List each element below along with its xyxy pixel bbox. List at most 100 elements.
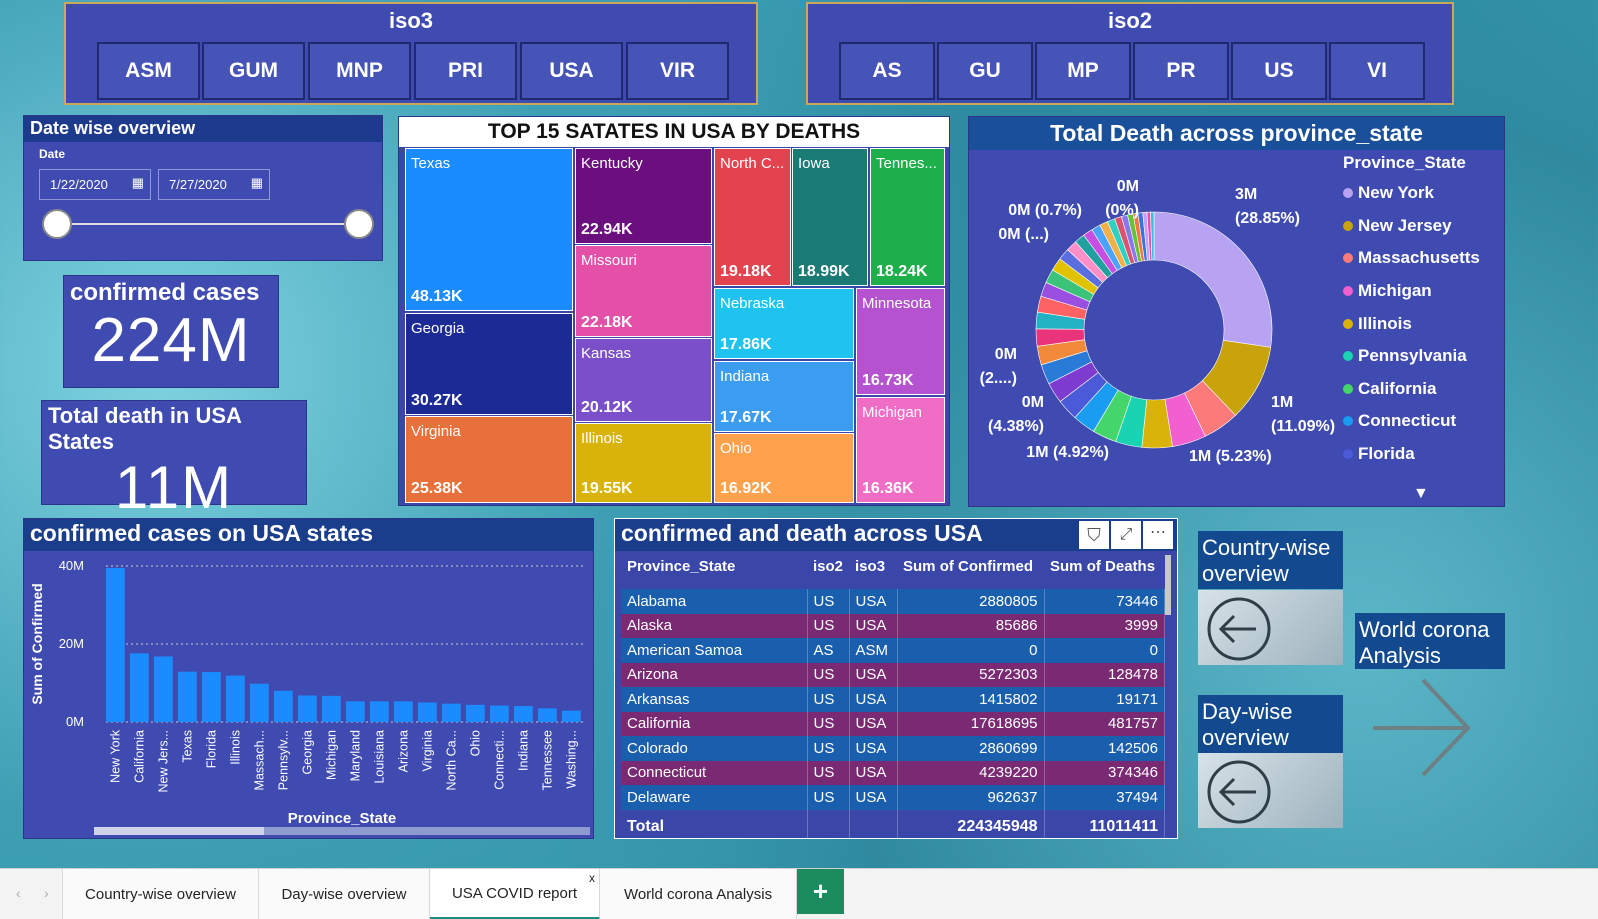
country-wise-back-button[interactable] xyxy=(1198,590,1343,665)
bar[interactable] xyxy=(250,683,269,722)
treemap-cell[interactable]: Illinois 19.55K xyxy=(575,423,712,503)
slicer-option-pri[interactable]: PRI xyxy=(414,42,517,100)
table-row[interactable]: Alaska US USA 85686 3999 xyxy=(621,613,1166,638)
slicer-option-gu[interactable]: GU xyxy=(937,42,1033,100)
close-tab-icon[interactable]: x xyxy=(589,871,595,885)
slicer-option-usa[interactable]: USA xyxy=(520,42,623,100)
treemap-cell[interactable]: Iowa 18.99K xyxy=(792,148,868,286)
calendar-icon[interactable]: ▦ xyxy=(251,175,263,191)
table-row[interactable]: Arizona US USA 5272303 128478 xyxy=(621,662,1166,687)
legend-item[interactable]: Massachusetts xyxy=(1343,242,1480,275)
slicer-option-us[interactable]: US xyxy=(1231,42,1327,100)
legend-item[interactable]: New York xyxy=(1343,177,1480,210)
bar[interactable] xyxy=(370,701,389,722)
legend-item[interactable]: Connecticut xyxy=(1343,405,1480,438)
slicer-option-asm[interactable]: ASM xyxy=(97,42,200,100)
chart-scrollbar-thumb[interactable] xyxy=(94,827,264,835)
bar[interactable] xyxy=(298,695,317,722)
legend-item[interactable]: Illinois xyxy=(1343,307,1480,340)
bar[interactable] xyxy=(394,701,413,722)
bar[interactable] xyxy=(418,702,437,723)
treemap-cell[interactable]: Virginia 25.38K xyxy=(405,416,573,503)
slicer-option-vi[interactable]: VI xyxy=(1329,42,1425,100)
treemap-cell[interactable]: North C... 19.18K xyxy=(714,148,791,286)
bar[interactable] xyxy=(274,690,293,722)
column-header[interactable]: Province_State xyxy=(621,552,807,581)
legend-scroll-down-icon[interactable]: ▼ xyxy=(1413,485,1429,503)
start-date-input[interactable]: 1/22/2020 ▦ xyxy=(39,169,151,200)
table-row[interactable]: American Samoa AS ASM 0 0 xyxy=(621,638,1166,663)
table-row[interactable]: Colorado US USA 2860699 142506 xyxy=(621,736,1166,761)
bar[interactable] xyxy=(514,706,533,722)
filter-icon[interactable]: ⛉ xyxy=(1079,521,1109,549)
bar[interactable] xyxy=(562,710,581,722)
tab-day-wise-overview[interactable]: Day-wise overview xyxy=(259,869,430,919)
treemap-cell[interactable]: Georgia 30.27K xyxy=(405,313,573,415)
end-date-input[interactable]: 7/27/2020 ▦ xyxy=(158,169,270,200)
slicer-option-vir[interactable]: VIR xyxy=(626,42,729,100)
day-wise-back-button[interactable] xyxy=(1198,753,1343,828)
treemap-cell[interactable]: Missouri 22.18K xyxy=(575,245,712,337)
column-header[interactable]: iso2 xyxy=(807,552,850,581)
next-arrow-icon[interactable] xyxy=(1368,675,1478,785)
table-scrollbar[interactable] xyxy=(1165,555,1171,615)
date-range-end-handle[interactable] xyxy=(344,209,374,239)
more-options-icon[interactable]: ⋯ xyxy=(1143,521,1173,549)
bar[interactable] xyxy=(490,705,509,722)
treemap-cell[interactable]: Tennes... 18.24K xyxy=(870,148,945,286)
legend-item[interactable]: New Jersey xyxy=(1343,210,1480,243)
focus-mode-icon[interactable]: ⤢ xyxy=(1111,521,1141,549)
table-row[interactable]: Arkansas US USA 1415802 19171 xyxy=(621,687,1166,712)
table-row[interactable]: Alabama US USA 2880805 73446 xyxy=(621,589,1166,614)
treemap-cell[interactable]: Kentucky 22.94K xyxy=(575,148,712,244)
bar[interactable] xyxy=(538,708,557,722)
world-corona-analysis-button[interactable]: World corona Analysis xyxy=(1355,613,1505,669)
tab-usa-covid-report[interactable]: USA COVID report x xyxy=(430,869,600,919)
treemap-cell[interactable]: Minnesota 16.73K xyxy=(856,288,945,395)
treemap-cell[interactable]: Michigan 16.36K xyxy=(856,397,945,503)
legend-item[interactable]: Michigan xyxy=(1343,275,1480,308)
column-header[interactable]: iso3 xyxy=(849,552,898,581)
day-wise-overview-button[interactable]: Day-wise overview xyxy=(1198,695,1343,753)
date-range-track[interactable] xyxy=(56,223,358,225)
donut-slice[interactable] xyxy=(1153,211,1273,348)
legend-label: Florida xyxy=(1358,444,1415,464)
bar[interactable] xyxy=(226,675,245,722)
treemap-cell[interactable]: Ohio 16.92K xyxy=(714,433,854,503)
tab-scroll-right-icon[interactable]: › xyxy=(44,885,49,901)
bar[interactable] xyxy=(322,695,341,722)
add-page-button[interactable]: + xyxy=(797,869,844,914)
table-row[interactable]: Connecticut US USA 4239220 374346 xyxy=(621,760,1166,785)
slicer-option-mnp[interactable]: MNP xyxy=(308,42,411,100)
slicer-option-gum[interactable]: GUM xyxy=(202,42,305,100)
calendar-icon[interactable]: ▦ xyxy=(132,175,144,191)
column-header[interactable]: Sum of Confirmed xyxy=(897,552,1045,581)
slicer-option-pr[interactable]: PR xyxy=(1133,42,1229,100)
bar[interactable] xyxy=(130,653,149,722)
table-row[interactable]: California US USA 17618695 481757 xyxy=(621,711,1166,736)
bar[interactable] xyxy=(178,671,197,722)
legend-item[interactable]: Pennsylvania xyxy=(1343,340,1480,373)
table-cell: US xyxy=(807,736,850,761)
bar[interactable] xyxy=(466,704,485,722)
treemap-cell[interactable]: Nebraska 17.86K xyxy=(714,288,854,359)
bar[interactable] xyxy=(106,567,125,722)
slicer-option-as[interactable]: AS xyxy=(839,42,935,100)
slicer-option-mp[interactable]: MP xyxy=(1035,42,1131,100)
bar[interactable] xyxy=(346,701,365,722)
legend-item[interactable]: California xyxy=(1343,373,1480,406)
tab-scroll-left-icon[interactable]: ‹ xyxy=(16,885,21,901)
treemap-cell[interactable]: Kansas 20.12K xyxy=(575,338,712,422)
date-range-start-handle[interactable] xyxy=(42,209,72,239)
treemap-cell[interactable]: Indiana 17.67K xyxy=(714,361,854,432)
bar[interactable] xyxy=(202,672,221,722)
bar[interactable] xyxy=(154,656,173,722)
country-wise-overview-button[interactable]: Country-wise overview xyxy=(1198,531,1343,589)
bar[interactable] xyxy=(442,703,461,722)
table-row[interactable]: Delaware US USA 962637 37494 xyxy=(621,785,1166,810)
tab-world-corona-analysis[interactable]: World corona Analysis xyxy=(600,869,797,919)
column-header[interactable]: Sum of Deaths xyxy=(1044,552,1165,581)
treemap-cell[interactable]: Texas 48.13K xyxy=(405,148,573,311)
legend-item[interactable]: Florida xyxy=(1343,438,1480,471)
tab-country-wise-overview[interactable]: Country-wise overview xyxy=(62,869,259,919)
